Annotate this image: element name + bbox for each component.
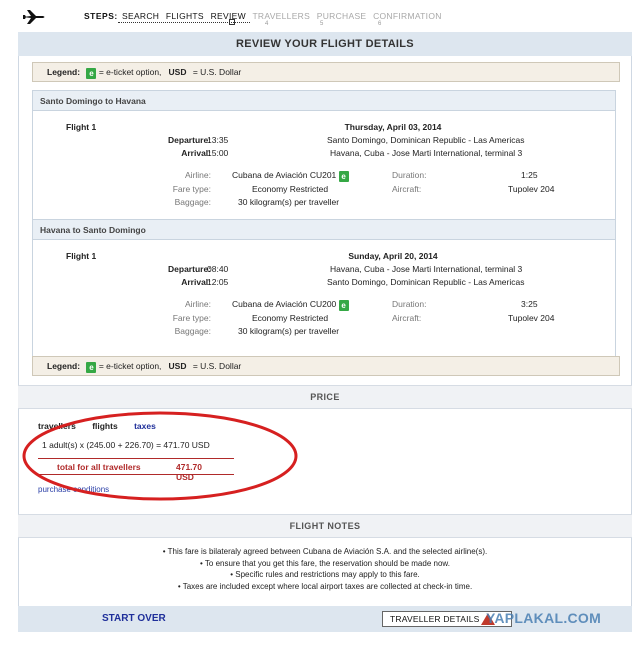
arrival-time: 12:05: [207, 277, 229, 287]
airline-value: Cubana de Aviación CU201 e: [232, 170, 349, 182]
step-number: 5: [320, 21, 324, 27]
legend-usd-text: = U.S. Dollar: [192, 361, 242, 371]
eticket-icon: e: [338, 300, 349, 311]
note-item: • Specific rules and restrictions may ap…: [230, 570, 420, 579]
arrival-label: Arrival:: [181, 148, 211, 158]
flight-label: Flight 1: [66, 251, 97, 261]
flight-date: Thursday, April 03, 2014: [344, 122, 442, 132]
duration-label: Duration:: [392, 170, 427, 180]
step-purchase: PURCHASE: [316, 11, 367, 21]
legend-eticket-text: = e-ticket option,: [98, 67, 162, 77]
step-flights[interactable]: FLIGHTS: [166, 11, 204, 21]
legend-bottom: Legend: e = e-ticket option, USD = U.S. …: [32, 356, 620, 376]
airline-value: Cubana de Aviación CU200 e: [232, 299, 349, 311]
step-travellers: TRAVELLERS: [252, 11, 311, 21]
step-confirmation: CONFIRMATION: [373, 11, 442, 21]
baggage-value: 30 kilogram(s) per traveller: [238, 197, 340, 207]
legend-top: Legend: e = e-ticket option, USD = U.S. …: [32, 62, 620, 82]
aircraft-label: Aircraft:: [392, 184, 422, 194]
baggage-label: Baggage:: [174, 326, 211, 336]
flight-notes-list: • This fare is bilateraly agreed between…: [18, 546, 632, 592]
departure-time: 08:40: [207, 264, 229, 274]
step-search[interactable]: SEARCH: [122, 11, 159, 21]
flight-notes-header: FLIGHT NOTES: [18, 514, 632, 538]
start-over-link[interactable]: START OVER: [102, 613, 166, 624]
airline-label: Airline:: [185, 299, 211, 309]
baggage-value: 30 kilogram(s) per traveller: [238, 326, 340, 336]
flight-label: Flight 1: [66, 122, 97, 132]
page-title: REVIEW YOUR FLIGHT DETAILS: [18, 32, 632, 56]
note-item: • To ensure that you get this fare, the …: [200, 558, 450, 568]
aircraft-value: Tupolev 204: [508, 184, 555, 194]
legend-usd-text: = U.S. Dollar: [192, 67, 242, 77]
duration-value: 1:25: [521, 170, 538, 180]
flight-route-title: Santo Domingo to Havana: [33, 91, 615, 111]
flight-date: Sunday, April 20, 2014: [348, 251, 438, 261]
note-item: • Taxes are included except where local …: [177, 581, 473, 591]
step-current-marker: [229, 19, 235, 25]
eticket-icon: e: [86, 362, 97, 373]
arrival-place: Santo Domingo, Dominican Republic - Las …: [327, 277, 525, 287]
aircraft-label: Aircraft:: [392, 313, 422, 323]
airline-label: Airline:: [185, 170, 211, 180]
flight-box-return: Havana to Santo Domingo Flight 1 Sunday,…: [32, 219, 616, 361]
duration-value: 3:25: [521, 299, 538, 309]
watermark-text: YAPLAKAL.COM: [486, 610, 602, 626]
flight-box-outbound: Santo Domingo to Havana Flight 1 Thursda…: [32, 90, 616, 232]
departure-place: Havana, Cuba - Jose Marti International,…: [330, 264, 523, 274]
bottom-action-bar: START OVER TRAVELLER DETAILS YAPLAKAL.CO…: [18, 606, 632, 632]
fare-type-value: Economy Restricted: [252, 184, 329, 194]
step-number: 6: [378, 21, 382, 27]
note-item: • This fare is bilateraly agreed between…: [162, 547, 488, 556]
duration-label: Duration:: [392, 299, 427, 309]
steps-list: SEARCH FLIGHTS REVIEW TRAVELLERS PURCHAS…: [122, 11, 446, 21]
departure-label: Departure:: [168, 264, 211, 274]
departure-time: 13:35: [207, 135, 229, 145]
legend-usd-label: USD: [168, 361, 187, 371]
aircraft-value: Tupolev 204: [508, 313, 555, 323]
steps-label: STEPS:: [84, 11, 118, 21]
price-header: PRICE: [18, 385, 632, 409]
arrival-time: 15:00: [207, 148, 229, 158]
step-number: 4: [265, 21, 269, 27]
arrival-place: Havana, Cuba - Jose Marti International,…: [330, 148, 523, 158]
legend-label: Legend:: [47, 361, 81, 371]
departure-label: Departure:: [168, 135, 211, 145]
eticket-icon: e: [338, 171, 349, 182]
airplane-icon: [23, 10, 45, 24]
flight-route-title: Havana to Santo Domingo: [33, 220, 615, 240]
arrival-label: Arrival:: [181, 277, 211, 287]
fare-type-value: Economy Restricted: [252, 313, 329, 323]
legend-eticket-text: = e-ticket option,: [98, 361, 162, 371]
legend-label: Legend:: [47, 67, 81, 77]
fare-type-label: Fare type:: [172, 313, 211, 323]
steps-bar: STEPS: SEARCH FLIGHTS REVIEW TRAVELLERS …: [0, 0, 640, 32]
departure-place: Santo Domingo, Dominican Republic - Las …: [327, 135, 525, 145]
baggage-label: Baggage:: [174, 197, 211, 207]
legend-usd-label: USD: [168, 67, 187, 77]
eticket-icon: e: [86, 68, 97, 79]
red-ellipse-annotation: [22, 411, 298, 501]
fare-type-label: Fare type:: [172, 184, 211, 194]
